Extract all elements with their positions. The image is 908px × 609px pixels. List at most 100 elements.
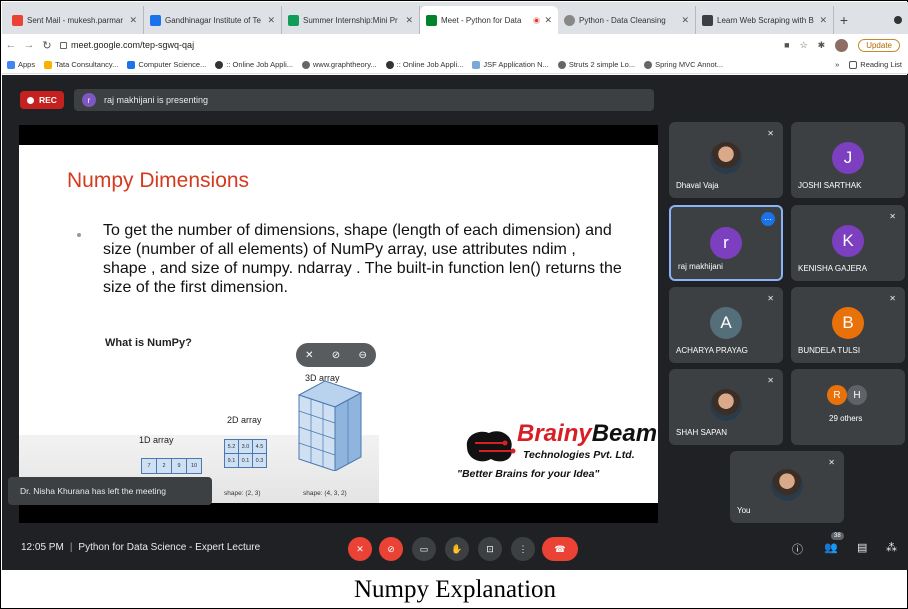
tab-search-button[interactable] xyxy=(888,6,908,34)
mic-muted-icon: ✕ xyxy=(889,212,896,221)
reading-list-label: Reading List xyxy=(860,60,902,69)
more-options-icon[interactable]: ⋯ xyxy=(761,212,775,226)
presenter-avatar: r xyxy=(81,93,96,107)
mic-muted-icon: ✕ xyxy=(889,294,896,303)
others-avatar: R xyxy=(827,385,847,405)
participant-avatar: K xyxy=(832,225,864,257)
bookmark-favicon-icon xyxy=(44,60,53,69)
close-tab-icon[interactable]: ✕ xyxy=(267,15,275,26)
participant-tile[interactable]: ✕ B BUNDELA TULSI xyxy=(791,287,905,363)
close-tab-icon[interactable]: ✕ xyxy=(129,15,137,26)
bookmark-item[interactable]: Spring MVC Annot... xyxy=(644,60,723,69)
present-button[interactable]: ⊡ xyxy=(478,537,502,561)
tab-summer-internship[interactable]: Summer Internship:Mini Pr ✕ xyxy=(282,6,420,34)
url-field[interactable]: meet.google.com/tep-sgwq-qaj xyxy=(60,40,784,50)
tab-web-scraping[interactable]: Learn Web Scraping with B ✕ xyxy=(696,6,834,34)
array-cell: 0.1 xyxy=(239,454,252,467)
tab-meet[interactable]: Meet - Python for Data ✕ xyxy=(420,6,558,34)
tab-python-data-cleansing[interactable]: Python - Data Cleansing ✕ xyxy=(558,6,696,34)
reload-icon[interactable]: ↻ xyxy=(38,39,56,52)
circle-icon xyxy=(894,16,902,24)
more-bookmarks-button[interactable]: » xyxy=(835,60,839,69)
mic-muted-icon: ✕ xyxy=(767,294,774,303)
star-icon[interactable]: ☆ xyxy=(800,40,808,51)
activities-button[interactable]: ⁂ xyxy=(886,541,897,554)
remove-icon[interactable]: ⊖ xyxy=(358,350,366,361)
participant-photo xyxy=(710,142,742,174)
chat-button[interactable]: ▤ xyxy=(857,541,867,554)
camera-icon[interactable]: ■ xyxy=(784,40,789,50)
gmail-icon xyxy=(12,14,23,26)
tab-gandhinagar[interactable]: Gandhinagar Institute of Te ✕ xyxy=(144,6,282,34)
meeting-info-button[interactable]: ⓘ xyxy=(792,541,803,557)
participant-name: You xyxy=(737,506,751,515)
new-tab-button[interactable]: + xyxy=(834,6,854,34)
bookmark-item[interactable]: Tata Consultancy... xyxy=(44,60,118,69)
bookmark-item[interactable]: Computer Science... xyxy=(127,60,206,69)
bookmark-item[interactable]: Struts 2 simple Lo... xyxy=(557,60,635,69)
tab-title: Sent Mail - mukesh.parmar xyxy=(27,15,124,25)
participant-tile[interactable]: J JOSHI SARTHAK xyxy=(791,122,905,198)
logo-company: Technologies Pvt. Ltd. xyxy=(523,449,635,461)
participant-avatar: J xyxy=(832,142,864,174)
slide: Numpy Dimensions To get the number of di… xyxy=(19,145,658,503)
participant-tile[interactable]: ✕ SHAH SAPAN xyxy=(669,369,783,445)
bookmark-item[interactable]: www.graphtheory... xyxy=(302,60,377,69)
mic-toggle-button[interactable]: ✕ xyxy=(348,537,372,561)
page-icon xyxy=(702,14,713,26)
forward-icon[interactable]: → xyxy=(20,39,38,51)
leave-call-button[interactable]: ☎ xyxy=(542,537,578,561)
bookmark-item[interactable]: :: Online Job Appli... xyxy=(215,60,293,69)
participant-tile[interactable]: ✕ K KENISHA GAJERA xyxy=(791,205,905,281)
more-options-button[interactable]: ⋮ xyxy=(511,537,535,561)
bookmark-label: JSF Application N... xyxy=(483,60,549,69)
bookmark-apps[interactable]: Apps xyxy=(7,60,35,69)
mic-off-icon: ✕ xyxy=(356,543,364,554)
bookmark-item[interactable]: :: Online Job Appli... xyxy=(385,60,463,69)
more-vert-icon: ⋮ xyxy=(518,543,528,554)
close-tab-icon[interactable]: ✕ xyxy=(405,15,413,26)
record-icon xyxy=(27,96,34,104)
address-bar: ← → ↻ meet.google.com/tep-sgwq-qaj ■ ☆ ✱… xyxy=(2,34,908,56)
participant-tile-active[interactable]: ⋯ r raj makhijani xyxy=(669,205,783,281)
brainybeam-brain-icon xyxy=(466,431,516,462)
others-count: 29 others xyxy=(829,414,863,423)
globe-icon xyxy=(557,60,566,69)
extensions-icon[interactable]: ✱ xyxy=(818,40,826,51)
separator: | xyxy=(69,542,73,553)
captions-button[interactable]: ▭ xyxy=(412,537,436,561)
participant-photo xyxy=(710,389,742,421)
close-tab-icon[interactable]: ✕ xyxy=(819,15,827,26)
tab-title: Python - Data Cleansing xyxy=(579,15,666,25)
people-button[interactable]: 👥 38 xyxy=(824,532,844,554)
rec-label: REC xyxy=(39,95,57,105)
profile-avatar[interactable] xyxy=(835,38,849,52)
tab-sent-mail[interactable]: Sent Mail - mukesh.parmar ✕ xyxy=(6,6,144,34)
back-icon[interactable]: ← xyxy=(2,39,20,51)
participant-avatar: r xyxy=(710,227,742,259)
close-tab-icon[interactable]: ✕ xyxy=(681,15,689,26)
brainybeam-logo: BrainyBeam Technologies Pvt. Ltd. "Bette… xyxy=(449,420,658,500)
cube-3d-array-icon xyxy=(297,380,363,471)
bookmark-item[interactable]: JSF Application N... xyxy=(472,60,549,69)
close-tab-icon[interactable]: ✕ xyxy=(544,15,552,26)
camera-off-icon: ⊘ xyxy=(387,543,395,554)
camera-toggle-button[interactable]: ⊘ xyxy=(379,537,403,561)
others-tile[interactable]: R H 29 others xyxy=(791,369,905,445)
bookmark-label: Spring MVC Annot... xyxy=(655,60,724,69)
participant-tile[interactable]: ✕ A ACHARYA PRAYAG xyxy=(669,287,783,363)
calendar-icon xyxy=(150,14,161,26)
update-button[interactable]: Update xyxy=(858,38,900,52)
slide-bullet-text: To get the number of dimensions, shape (… xyxy=(103,222,622,296)
meet-control-bar: 12:05 PM | Python for Data Science - Exper… xyxy=(2,528,908,570)
self-tile[interactable]: ✕ You xyxy=(730,451,844,523)
participant-tile[interactable]: ✕ Dhaval Vaja xyxy=(669,122,783,198)
raise-hand-button[interactable]: ✋ xyxy=(445,537,469,561)
self-photo xyxy=(771,469,803,501)
shape-3d-label: shape: (4, 3, 2) xyxy=(303,490,347,497)
participant-name: SHAH SAPAN xyxy=(676,428,727,437)
reading-list-button[interactable]: Reading List xyxy=(849,60,902,69)
mic-off-icon[interactable]: ✕ xyxy=(305,350,313,361)
array-cell: 7 xyxy=(142,459,156,473)
cam-off-icon[interactable]: ⊘ xyxy=(332,350,340,361)
